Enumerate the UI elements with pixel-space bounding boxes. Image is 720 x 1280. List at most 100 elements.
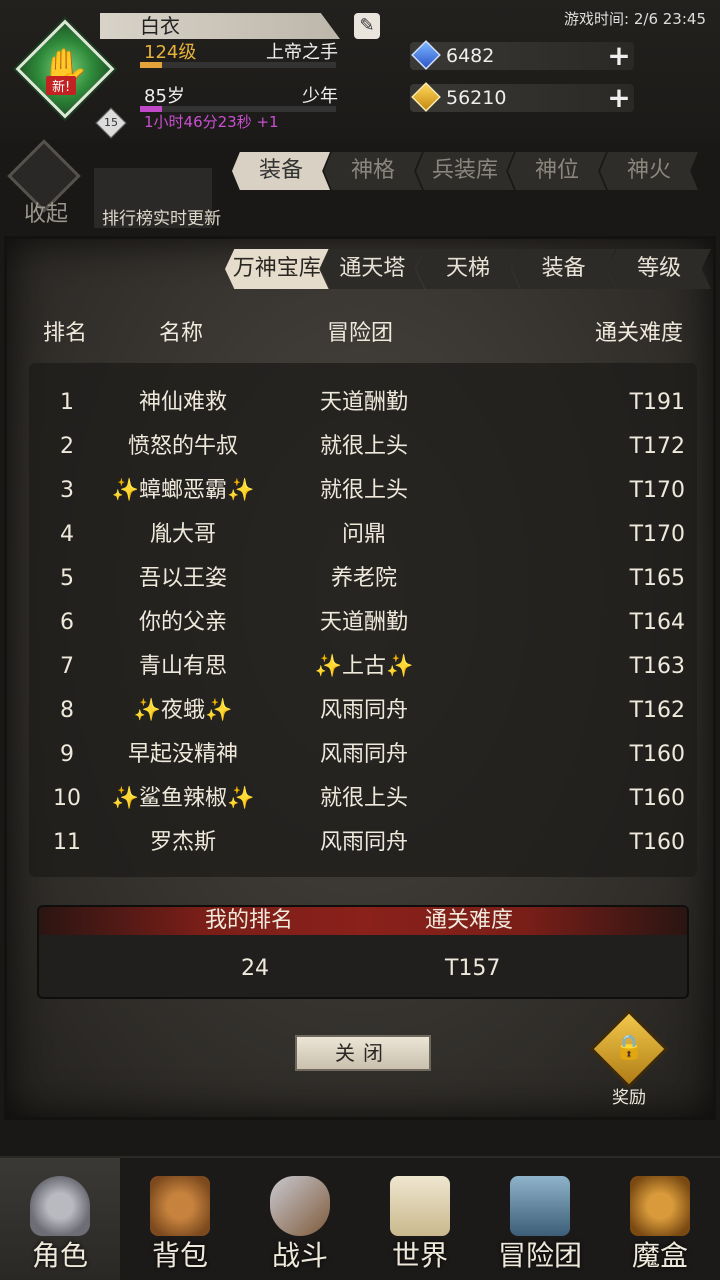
row-rank: 1 [60, 390, 74, 415]
row-guild: 问鼎 [341, 522, 386, 547]
xp-progress-fill [140, 62, 162, 68]
nav-magic-box[interactable]: 魔盒 [600, 1158, 720, 1280]
gem-icon [411, 40, 441, 70]
tab-sky-tower[interactable]: 通天塔 [320, 249, 425, 289]
tab-level-rank[interactable]: 等级 [607, 249, 711, 289]
player-title: 上帝之手 [266, 42, 338, 63]
row-rank: 9 [60, 742, 74, 767]
tab-divinity[interactable]: 神格 [324, 152, 422, 190]
row-rank: 8 [60, 698, 74, 723]
tab-god-fire[interactable]: 神火 [600, 152, 698, 190]
row-guild: 养老院 [330, 566, 397, 591]
table-row[interactable]: 5 吾以王姿 养老院 T165 [29, 557, 697, 601]
row-difficulty: T170 [629, 478, 685, 503]
my-rank-card: 我的排名 通关难度 24 T157 [37, 905, 689, 999]
table-row[interactable]: 2 愤怒的牛叔 就很上头 T172 [29, 425, 697, 469]
table-row[interactable]: 11 罗杰斯 风雨同舟 T160 [29, 821, 697, 865]
row-player-name: 青山有思 [138, 654, 227, 679]
add-gold-button[interactable]: + [606, 84, 632, 112]
row-guild: ✨上古✨ [314, 654, 414, 679]
collapse-button[interactable]: 收起 [7, 139, 84, 234]
bottom-nav: 角色 背包 战斗 世界 冒险团 魔盒 [0, 1156, 720, 1280]
helmet-icon [30, 1176, 90, 1236]
table-row[interactable]: 3 ✨蟑螂恶霸✨ 就很上头 T170 [29, 469, 697, 513]
row-player-name: 胤大哥 [149, 522, 216, 547]
nav-battle[interactable]: 战斗 [240, 1158, 360, 1280]
table-row[interactable]: 1 神仙难救 天道酬勤 T191 [29, 381, 697, 425]
age-timer: 1小时46分23秒 +1 [144, 113, 279, 131]
nav-adventure-group[interactable]: 冒险团 [480, 1158, 600, 1280]
row-rank: 4 [60, 522, 74, 547]
leaderboard-list[interactable]: 1 神仙难救 天道酬勤 T191 2 愤怒的牛叔 就很上头 T172 3 ✨蟑螂恶霸✨ 就很上头 T1… [29, 363, 697, 877]
row-guild: 天道酬勤 [319, 610, 408, 635]
row-rank: 11 [53, 830, 81, 855]
close-button[interactable]: 关闭 [295, 1035, 431, 1071]
my-difficulty-value: T157 [445, 956, 501, 981]
table-row[interactable]: 9 早起没精神 风雨同舟 T160 [29, 733, 697, 777]
nav-magic-box-label: 魔盒 [631, 1239, 688, 1272]
row-player-name: 愤怒的牛叔 [127, 434, 238, 459]
game-time: 游戏时间: 2/6 23:45 [564, 10, 706, 28]
row-difficulty: T160 [629, 742, 685, 767]
scroll-map-icon [390, 1176, 450, 1236]
column-header-guild: 冒险团 [327, 321, 394, 346]
gold-coin-icon [411, 82, 441, 112]
table-row[interactable]: 6 你的父亲 天道酬勤 T164 [29, 601, 697, 645]
nav-backpack[interactable]: 背包 [120, 1158, 240, 1280]
nav-battle-label: 战斗 [271, 1239, 328, 1272]
xp-progress-bar [140, 62, 336, 68]
add-gems-button[interactable]: + [606, 42, 632, 70]
row-guild: 风雨同舟 [319, 830, 408, 855]
edit-name-button[interactable]: ✎ [354, 13, 380, 39]
gem-counter: 6482 + [410, 40, 634, 70]
player-name: 白衣 [140, 14, 180, 38]
sword-shield-icon [270, 1176, 330, 1236]
row-difficulty: T163 [629, 654, 685, 679]
player-avatar[interactable]: ✋ 新! 15 [15, 19, 127, 139]
table-row[interactable]: 8 ✨夜蛾✨ 风雨同舟 T162 [29, 689, 697, 733]
column-header-name: 名称 [159, 321, 204, 346]
gem-amount: 6482 [446, 45, 495, 67]
row-rank: 7 [60, 654, 74, 679]
my-rank-label: 我的排名 [205, 908, 294, 933]
player-age: 85岁 [144, 86, 185, 107]
row-difficulty: T160 [629, 786, 685, 811]
rank-notice: 排行榜实时更新 [102, 209, 221, 229]
table-row[interactable]: 7 青山有思 ✨上古✨ T163 [29, 645, 697, 689]
nav-world[interactable]: 世界 [360, 1158, 480, 1280]
status-bar: ✋ 新! 15 白衣 ✎ 124级 上帝之手 85岁 少年 1小时46分23秒 … [0, 0, 720, 140]
nav-character[interactable]: 角色 [0, 1158, 120, 1280]
reward-button[interactable]: 🔒 奖励 [589, 1009, 669, 1111]
tab-god-position[interactable]: 神位 [508, 152, 606, 190]
tab-armory[interactable]: 兵装库 [416, 152, 514, 190]
row-guild: 风雨同舟 [319, 742, 408, 767]
new-badge: 新! [46, 76, 77, 95]
row-difficulty: T160 [629, 830, 685, 855]
hand-icon: ✋ [40, 46, 90, 93]
table-row[interactable]: 10 ✨鲨鱼辣椒✨ 就很上头 T160 [29, 777, 697, 821]
backpack-icon [150, 1176, 210, 1236]
row-player-name: ✨蟑螂恶霸✨ [111, 478, 255, 503]
leaderboard-tabs: 万神宝库 通天塔 天梯 装备 等级 [225, 249, 711, 289]
row-player-name: ✨鲨鱼辣椒✨ [111, 786, 255, 811]
row-guild: 天道酬勤 [319, 390, 408, 415]
tab-ladder[interactable]: 天梯 [416, 249, 520, 289]
row-difficulty: T164 [629, 610, 685, 635]
row-difficulty: T170 [629, 522, 685, 547]
tab-equipment[interactable]: 装备 [232, 152, 330, 190]
tab-pantheon-vault[interactable]: 万神宝库 [225, 249, 329, 289]
my-rank-value: 24 [241, 956, 269, 981]
nav-world-label: 世界 [391, 1239, 448, 1272]
castle-icon [510, 1176, 570, 1236]
row-rank: 3 [60, 478, 74, 503]
player-level: 124级 [144, 42, 197, 63]
row-player-name: 神仙难救 [138, 390, 227, 415]
player-name-plate: 白衣 [100, 13, 340, 39]
gold-amount: 56210 [446, 87, 507, 109]
table-row[interactable]: 4 胤大哥 问鼎 T170 [29, 513, 697, 557]
tab-equipment-rank[interactable]: 装备 [511, 249, 616, 289]
row-guild: 风雨同舟 [319, 698, 408, 723]
row-guild: 就很上头 [319, 434, 408, 459]
my-difficulty-label: 通关难度 [425, 908, 514, 933]
rank-level-badge: 15 [95, 107, 127, 139]
